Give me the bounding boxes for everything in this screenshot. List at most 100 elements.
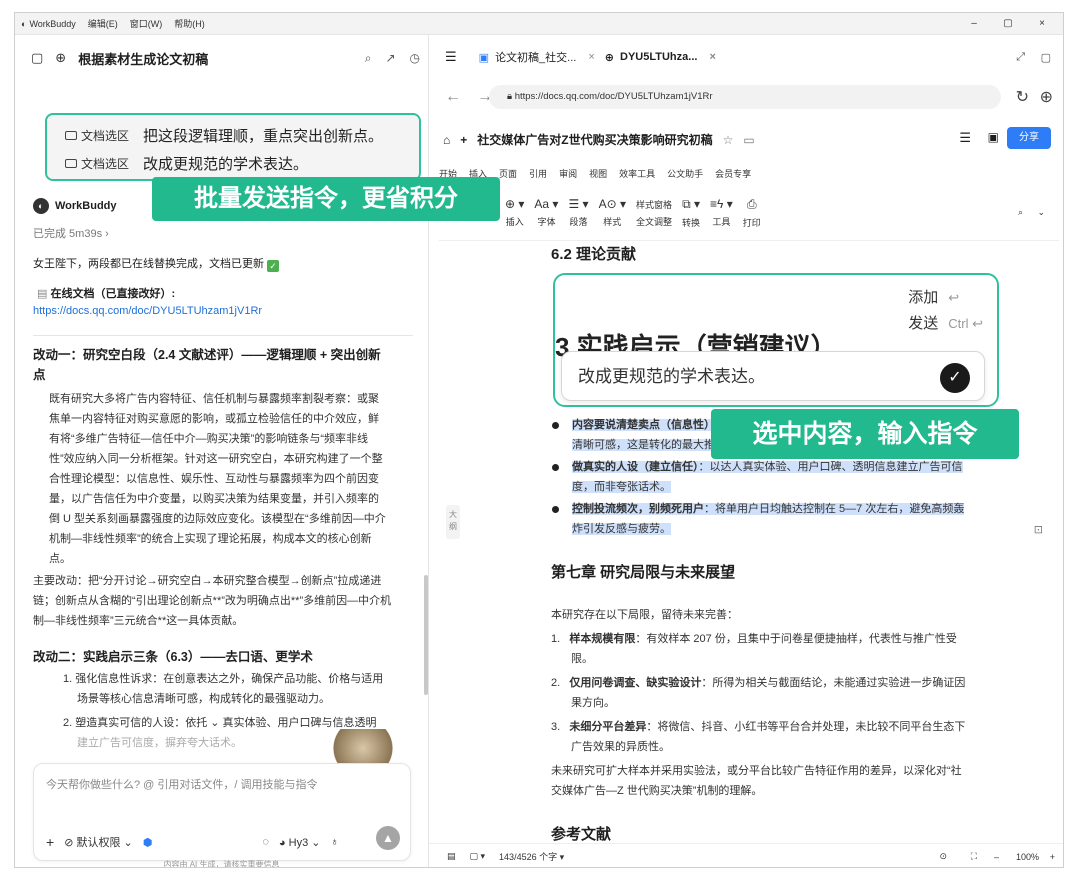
outline-toggle[interactable]: 大纲 <box>446 505 460 539</box>
references-heading: 参考文献 <box>551 826 612 843</box>
agent-name: WorkBuddy <box>55 200 117 212</box>
tab-list-icon[interactable]: ☰ <box>445 49 457 65</box>
doc-outline-icon[interactable]: ▤ <box>447 851 456 862</box>
instruction-input[interactable]: 改成更规范的学术表达。 ✓ <box>561 351 985 401</box>
tool-font[interactable]: Aa ▾ 字体 <box>534 197 558 228</box>
tool-label: 段落 <box>569 217 588 227</box>
add-icon[interactable]: + <box>46 834 54 850</box>
play-icon[interactable]: ⊙ <box>939 851 947 862</box>
agent-header: ◐ WorkBuddy <box>33 198 117 214</box>
bullet-text: 度，而非夸张话术。 <box>572 481 671 493</box>
new-chat-icon[interactable]: ⊕ <box>55 50 66 66</box>
sidebar-toggle-icon[interactable]: ▢ <box>31 50 43 66</box>
agent-message: 女王陛下，两段都已在线替换完成，文档已更新 ✓ <box>33 255 280 272</box>
chat-composer[interactable]: 今天帮你做些什么? @ 引用对话文件，/ 调用技能与指令 + ⊘ 默认权限 ⌄ … <box>33 763 411 861</box>
menu-efficiency[interactable]: 效率工具 <box>619 167 655 180</box>
tool-paragraph[interactable]: ☰ ▾ 段落 <box>568 197 588 228</box>
doc-label: ▤ 在线文档（已直接改好）: <box>37 285 175 301</box>
doc-toolbar: ⊕ ▾ 插入 Aa ▾ 字体 ☰ ▾ 段落 A⊙ ▾ 样式 样式窗格 全文调整 ⧉ ▾ 转换… <box>439 185 1059 241</box>
panel-icon[interactable]: ▢ <box>1041 51 1051 64</box>
share-icon[interactable]: ↗ <box>385 51 395 66</box>
zoom-in-icon[interactable]: + <box>1050 852 1055 862</box>
tool-style[interactable]: A⊙ ▾ 样式 <box>599 197 626 228</box>
tab-doc-draft[interactable]: ▣ 论文初稿_社交... × <box>479 49 595 65</box>
tool-print[interactable]: ⎙ 打印 <box>743 197 761 229</box>
menu-edit[interactable]: 编辑(E) <box>88 17 118 30</box>
page-icon[interactable]: ▢ ▾ <box>470 851 486 862</box>
word-count[interactable]: 143/4526 个字 ▾ <box>499 850 564 863</box>
menu-official[interactable]: 公文助手 <box>667 167 703 180</box>
menu-view[interactable]: 视图 <box>589 167 607 180</box>
tool-adjust[interactable]: 样式窗格 全文调整 <box>636 198 672 228</box>
para-line: 既有研究大多将广告内容特征、信任机制与暴露频率割裂考察：或聚 <box>49 393 379 405</box>
menu-page[interactable]: 页面 <box>499 167 517 180</box>
send-button[interactable]: ▲ <box>376 826 400 850</box>
reload-icon[interactable]: ↻ <box>1016 87 1029 107</box>
para-line: 制—非线性频率”三元统合**这一具体贡献。 <box>33 615 244 627</box>
doc-link[interactable]: https://docs.qq.com/doc/DYU5LTUhzam1jV1R… <box>33 305 262 317</box>
model-dropdown[interactable]: ◕ Hy3 ⌄ <box>279 836 321 849</box>
minimize-button[interactable]: – <box>957 13 991 35</box>
task-duration[interactable]: 已完成 5m39s › <box>33 225 109 241</box>
fit-icon[interactable]: ⛶ <box>971 851 977 862</box>
popup-send-option[interactable]: 发送 Ctrl ↩ <box>908 311 983 337</box>
maximize-button[interactable]: ▢ <box>991 13 1025 35</box>
search-icon[interactable]: ⌕ <box>365 51 372 66</box>
paragraph-icon: ☰ ▾ <box>568 197 589 211</box>
present-icon[interactable]: ▣ <box>988 130 999 144</box>
confirm-check-button[interactable]: ✓ <box>940 363 970 393</box>
folder-icon[interactable]: ▭ <box>743 133 754 147</box>
enter-icon: ↩ <box>948 290 960 305</box>
bullet-dot <box>552 422 559 429</box>
tab-online-doc[interactable]: ⊕ DYU5LTUhza... × <box>605 51 716 64</box>
history-icon[interactable]: ◷ <box>410 51 420 66</box>
tool-label: 工具 <box>712 217 731 227</box>
permission-dropdown[interactable]: ⊘ 默认权限 ⌄ <box>64 834 133 850</box>
tool-label: 转换 <box>682 217 701 228</box>
tool-tools[interactable]: ≡ϟ ▾ 工具 <box>710 197 733 228</box>
chat-pane: ▢ ⊕ 根据素材生成论文初稿 ⌕ ↗ ◷ 文档选区 把这段逻辑理顺，重点突出创新… <box>15 35 428 867</box>
title-bar: ◐ WorkBuddy 编辑(E) 窗口(W) 帮助(H) – ▢ × <box>15 13 1063 35</box>
star-icon[interactable]: ☆ <box>723 133 734 147</box>
doc-title[interactable]: 社交媒体广告对Z世代购买决策影响研究初稿 <box>477 131 712 148</box>
change1-paragraph: 既有研究大多将广告内容特征、信任机制与暴露频率割裂考察：或聚 焦单一内容特征对购… <box>49 389 409 569</box>
tab-close-icon[interactable]: × <box>709 51 715 63</box>
doc-header: ⌂ + 社交媒体广告对Z世代购买决策影响研究初稿 ☆ ▭ <box>443 131 755 148</box>
back-icon[interactable]: ← <box>445 88 461 106</box>
home-icon[interactable]: ⌂ <box>443 133 450 147</box>
item-text: 广告效果的异质性。 <box>571 741 670 753</box>
expand-icon[interactable]: ⤢ <box>1016 51 1025 64</box>
share-button[interactable]: 分享 <box>1007 127 1051 149</box>
zoom-level[interactable]: 100% <box>1016 852 1039 862</box>
menu-icon[interactable]: ☰ <box>959 130 971 146</box>
composer-input[interactable]: 今天帮你做些什么? @ 引用对话文件，/ 调用技能与指令 <box>46 776 318 792</box>
menu-help[interactable]: 帮助(H) <box>174 17 205 30</box>
tool-insert[interactable]: ⊕ ▾ 插入 <box>505 197 524 228</box>
menu-reference[interactable]: 引用 <box>529 167 547 180</box>
menu-window[interactable]: 窗口(W) <box>130 17 163 30</box>
zoom-out-icon[interactable]: – <box>994 852 999 862</box>
menu-review[interactable]: 审阅 <box>559 167 577 180</box>
tab-close-icon[interactable]: × <box>588 51 594 63</box>
mic-icon[interactable]: ♁ <box>330 836 338 848</box>
tool-convert[interactable]: ⧉ ▾ 转换 <box>682 197 700 229</box>
web-icon[interactable]: ⊕ <box>1040 87 1053 107</box>
tool-label: 全文调整 <box>636 216 673 227</box>
change1-title-cont: 点 <box>33 368 46 382</box>
item-text: ：将微信、抖音、小红书等平台合并处理，未比较不同平台生态下 <box>646 721 966 733</box>
item-text: 果方向。 <box>571 697 615 709</box>
url-field[interactable]: 🔒︎ https://docs.qq.com/doc/DYU5LTUhzam1j… <box>489 85 1001 109</box>
new-doc-icon[interactable]: + <box>460 133 467 147</box>
close-button[interactable]: × <box>1025 13 1059 35</box>
status-bar: ▤ ▢ ▾ 143/4526 个字 ▾ ⊙ ⛶ – 100% + <box>429 843 1063 867</box>
popup-add-option[interactable]: 添加 ↩ <box>908 285 983 311</box>
para-line: 焦单一内容特征对购买意愿的影响，或孤立检验信任的中介效应，鲜 <box>49 413 379 425</box>
para-line: 倒 U 型关系刻画暴露强度的边际效应变化。该模型在“多维前因—中介 <box>49 513 386 525</box>
menu-member[interactable]: 会员专享 <box>715 167 751 180</box>
skill-icon[interactable]: ⬢ <box>143 836 153 849</box>
limitation-item: 1. 样本规模有限：有效样本 207 份，且集中于问卷星便捷抽样，代表性与推广性… <box>551 629 991 669</box>
comment-icon[interactable]: ⊡ <box>1034 523 1043 536</box>
collapse-icon[interactable]: ⌄ <box>1037 207 1045 218</box>
find-icon[interactable]: ⌕ <box>1018 207 1023 218</box>
tab-bar: ☰ ▣ 论文初稿_社交... × ⊕ DYU5LTUhza... × ⤢ ▢ <box>429 35 1063 79</box>
